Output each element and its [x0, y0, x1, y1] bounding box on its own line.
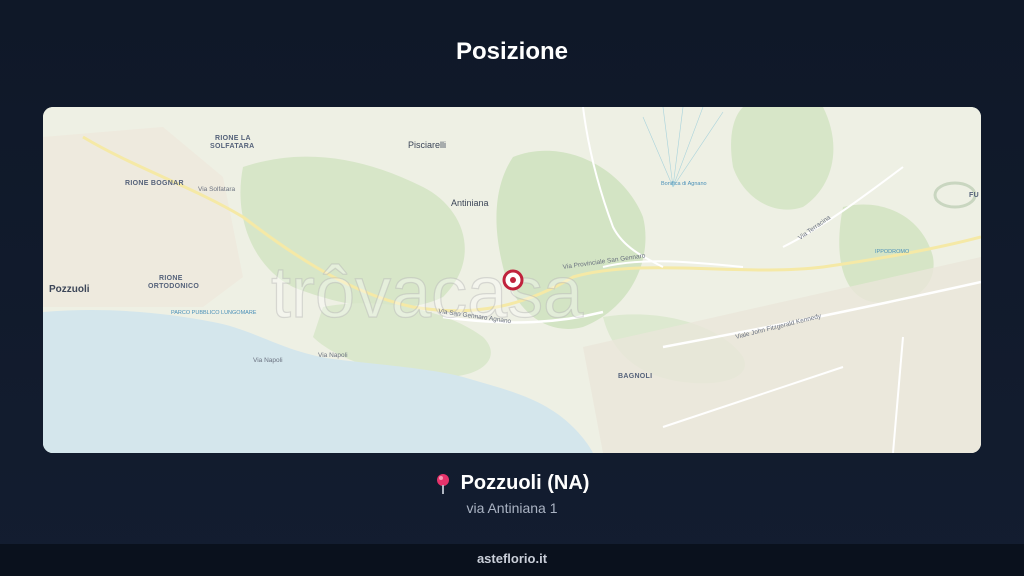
map-pin-icon: [436, 473, 449, 494]
map-label-parco-pubblico: PARCO PUBBLICO LUNGOMARE: [171, 310, 257, 316]
map-label-fu: FU: [969, 192, 979, 199]
map-label-rione-ortodonico: ORTODONICO: [148, 283, 199, 290]
map-label-rione-la-solfatara: SOLFATARA: [210, 143, 254, 150]
map-watermark: trôvacasa: [271, 253, 584, 333]
page-title: Posizione: [455, 38, 569, 65]
map-label-bagnoli: BAGNOLI: [618, 373, 652, 380]
location-address: via Antiniana 1: [466, 500, 558, 516]
map-label-rione-la-solfatara: RIONE LA: [215, 135, 251, 142]
map-label-via-solfatara: Via Solfatara: [198, 186, 235, 193]
map-label-ippodromo: IPPODROMO: [875, 249, 910, 255]
map-label-via-napoli: Via Napoli: [253, 357, 283, 364]
map-label-bonifica: Bonifica di Agnano: [661, 181, 707, 187]
location-info: Pozzuoli (NA): [0, 472, 1024, 500]
map-label-pozzuoli: Pozzuoli: [49, 284, 90, 295]
map-label-rione-ortodonico: RIONE: [159, 275, 183, 282]
map-label-pisciarelli: Pisciarelli: [408, 140, 446, 150]
location-map[interactable]: trôvacasa RIONE LA SOLFATARA RIONE BOGNA…: [43, 107, 981, 453]
map-label-antiniana: Antiniana: [451, 198, 489, 208]
map-label-via-napoli: Via Napoli: [318, 352, 348, 359]
location-marker[interactable]: [502, 269, 524, 291]
footer-brand: asteflorio.it: [0, 544, 1024, 576]
map-label-rione-bognar: RIONE BOGNAR: [125, 180, 184, 187]
location-name: Pozzuoli (NA): [460, 472, 590, 494]
